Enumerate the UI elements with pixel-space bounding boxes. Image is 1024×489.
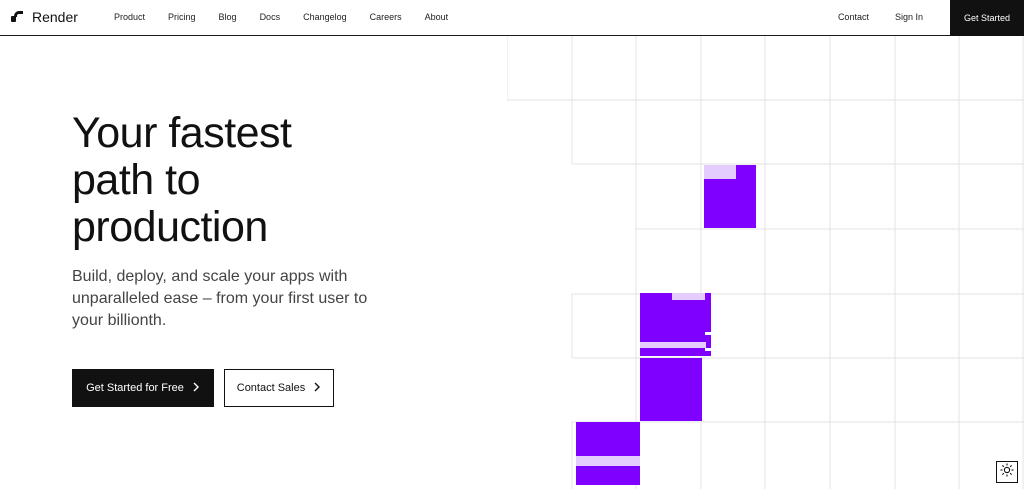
render-logo-icon [10,9,26,25]
get-started-free-button[interactable]: Get Started for Free [72,369,214,407]
nav-item-docs[interactable]: Docs [260,12,281,22]
nav-item-changelog[interactable]: Changelog [303,12,347,22]
grid-svg [507,36,1024,489]
contact-sales-label: Contact Sales [236,382,306,394]
contact-sales-button[interactable]: Contact Sales [224,369,334,407]
sun-icon [1000,463,1014,482]
grid-lines [507,36,1024,489]
chevron-right-icon [192,381,200,395]
sign-in-link[interactable]: Sign In [895,12,923,22]
theme-toggle-button[interactable] [996,461,1018,483]
hero-title-line: production [72,203,268,251]
hero-title: Your fastest path to production [72,110,402,251]
purple-blocks [576,165,756,485]
hero-title-line: Your fastest [72,109,292,157]
contact-link[interactable]: Contact [838,12,869,22]
hero-subtitle: Build, deploy, and scale your apps with … [72,268,368,329]
get-started-free-label: Get Started for Free [86,382,184,394]
site-header: Render Product Pricing Blog Docs Changel… [0,0,1024,36]
nav-item-pricing[interactable]: Pricing [168,12,196,22]
header-actions: Contact Sign In [812,12,923,22]
nav-item-careers[interactable]: Careers [370,12,402,22]
brand-logo[interactable]: Render [10,9,78,25]
nav-item-blog[interactable]: Blog [219,12,237,22]
get-started-button[interactable]: Get Started [950,0,1024,36]
chevron-right-icon [313,381,321,395]
brand-name: Render [32,9,78,25]
nav-item-about[interactable]: About [425,12,449,22]
nav-item-product[interactable]: Product [114,12,145,22]
hero-grid-illustration [507,36,1024,489]
hero-title-line: path to [72,156,201,204]
main-nav: Product Pricing Blog Docs Changelog Care… [114,12,471,22]
